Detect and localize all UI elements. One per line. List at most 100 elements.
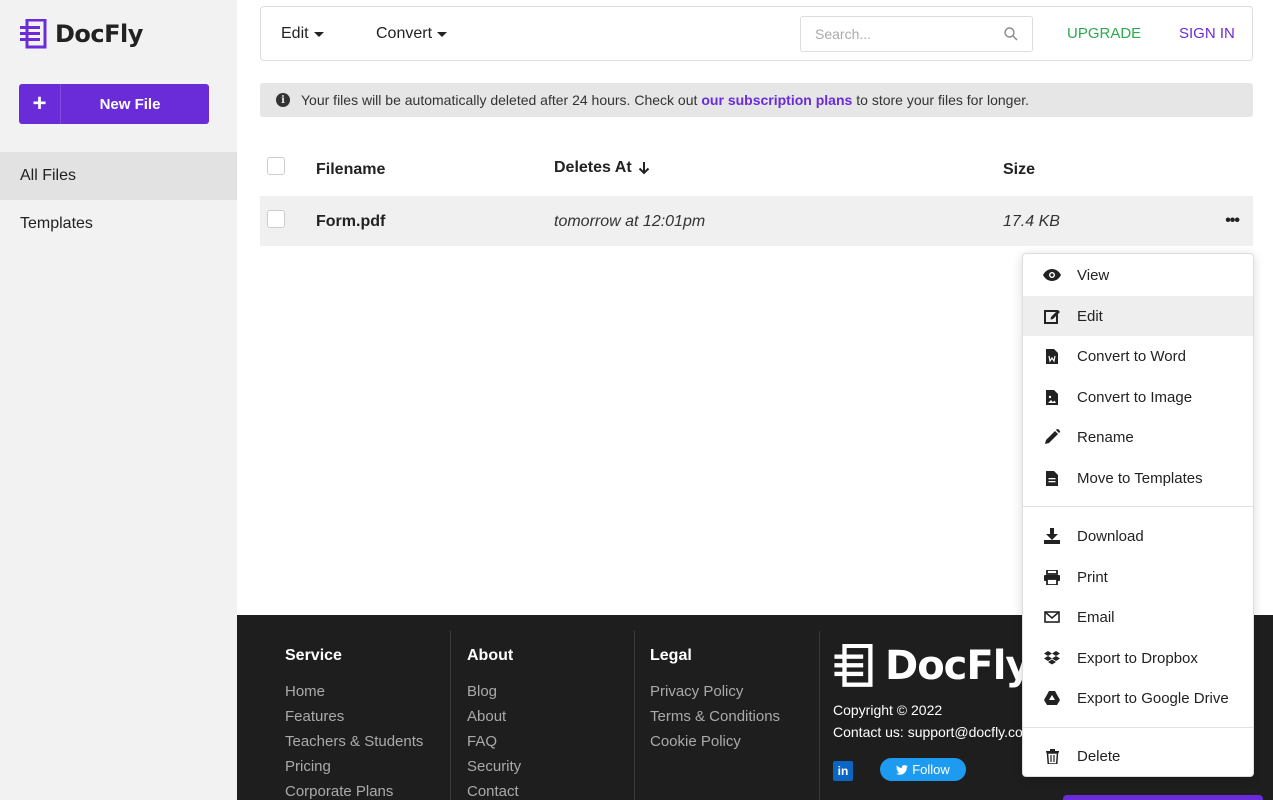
notice-text-prefix: Your files will be automatically deleted…	[301, 92, 698, 108]
convert-menu-button[interactable]: Convert	[376, 25, 448, 43]
logo[interactable]: DocFly	[19, 17, 143, 51]
sidebar-item-all-files[interactable]: All Files	[0, 152, 237, 200]
edit-menu-button[interactable]: Edit	[281, 25, 324, 43]
menu-item-label: Download	[1077, 527, 1144, 545]
footer-logo: DocFly	[833, 643, 1032, 689]
logo-text: DocFly	[55, 20, 143, 48]
menu-item-download[interactable]: Download	[1023, 516, 1253, 556]
edit-icon	[1043, 307, 1061, 325]
footer-link[interactable]: Contact	[467, 779, 634, 800]
footer-link[interactable]: FAQ	[467, 729, 634, 754]
sidebar-item-templates[interactable]: Templates	[0, 200, 237, 248]
arrow-down-icon	[638, 162, 649, 175]
footer-link[interactable]: Teachers & Students	[285, 729, 450, 754]
subscription-plans-link[interactable]: our subscription plans	[701, 92, 852, 108]
search-icon[interactable]	[1004, 27, 1018, 41]
toolbar: Edit Convert UPGRADE SIGN IN	[260, 6, 1253, 61]
trash-icon	[1043, 747, 1061, 765]
file-icon	[1043, 469, 1061, 487]
table-header: Filename Deletes At Size	[260, 145, 1253, 193]
footer-logo-text: DocFly	[885, 643, 1032, 689]
docfly-logo-icon	[20, 19, 47, 49]
twitter-follow-button[interactable]: Follow	[880, 758, 966, 781]
footer-contact-info: Copyright © 2022 Contact us: support@doc…	[833, 699, 1033, 743]
menu-item-label: Convert to Word	[1077, 347, 1186, 365]
menu-item-label: Export to Google Drive	[1077, 689, 1229, 707]
menu-item-move-to-templates[interactable]: Move to Templates	[1023, 458, 1253, 498]
convert-menu-label: Convert	[376, 25, 433, 42]
column-header-size[interactable]: Size	[1003, 161, 1035, 179]
sidebar: DocFly + New File All Files Templates	[0, 0, 237, 800]
new-file-button[interactable]: + New File	[19, 84, 209, 124]
file-name[interactable]: Form.pdf	[316, 213, 385, 231]
column-header-filename[interactable]: Filename	[316, 161, 385, 179]
google-drive-icon	[1043, 689, 1061, 707]
envelope-icon	[1043, 608, 1061, 626]
footer-link[interactable]: Pricing	[285, 754, 450, 779]
menu-item-label: View	[1077, 266, 1110, 284]
footer-heading: About	[467, 647, 514, 664]
row-checkbox[interactable]	[267, 210, 285, 228]
footer-link[interactable]: Features	[285, 704, 450, 729]
menu-item-label: Edit	[1077, 307, 1103, 325]
deletion-notice: i Your files will be automatically delet…	[260, 83, 1253, 117]
footer-legal-column: Legal Privacy Policy Terms & Conditions …	[650, 631, 820, 800]
menu-divider	[1023, 506, 1253, 507]
menu-item-label: Export to Dropbox	[1077, 649, 1198, 667]
sign-in-link[interactable]: SIGN IN	[1179, 25, 1235, 42]
file-deletes-at: tomorrow at 12:01pm	[554, 213, 706, 230]
edit-menu-label: Edit	[281, 25, 309, 42]
dropbox-icon	[1043, 649, 1061, 667]
menu-item-convert-to-image[interactable]: Convert to Image	[1023, 377, 1253, 417]
menu-item-delete[interactable]: Delete	[1023, 736, 1253, 776]
menu-item-edit[interactable]: Edit	[1023, 296, 1253, 336]
linkedin-icon[interactable]: in	[833, 761, 853, 781]
footer-heading: Service	[285, 647, 342, 664]
menu-item-convert-to-word[interactable]: Convert to Word	[1023, 336, 1253, 376]
footer-link[interactable]: Terms & Conditions	[650, 704, 819, 729]
footer-link[interactable]: Security	[467, 754, 634, 779]
table-row[interactable]: Form.pdf tomorrow at 12:01pm 17.4 KB •••	[260, 196, 1253, 246]
menu-item-print[interactable]: Print	[1023, 557, 1253, 597]
select-all-checkbox[interactable]	[267, 157, 285, 175]
menu-item-label: Rename	[1077, 428, 1134, 446]
menu-item-export-dropbox[interactable]: Export to Dropbox	[1023, 638, 1253, 678]
sidebar-item-label: Templates	[20, 215, 93, 232]
eye-icon	[1043, 266, 1061, 284]
menu-item-label: Convert to Image	[1077, 388, 1193, 406]
info-icon: i	[276, 93, 290, 107]
search-input[interactable]	[815, 26, 1004, 42]
footer-link[interactable]: Blog	[467, 679, 634, 704]
follow-label: Follow	[912, 762, 950, 777]
new-file-label: New File	[99, 95, 161, 113]
print-icon	[1043, 568, 1061, 586]
plus-icon: +	[19, 84, 61, 124]
more-options-icon[interactable]: •••	[1225, 212, 1240, 230]
column-header-deletes-at[interactable]: Deletes At	[554, 159, 650, 177]
menu-item-label: Email	[1077, 608, 1115, 626]
file-size: 17.4 KB	[1003, 213, 1060, 230]
caret-down-icon	[313, 31, 324, 37]
menu-item-email[interactable]: Email	[1023, 597, 1253, 637]
feedback-tab[interactable]	[1063, 795, 1263, 800]
caret-down-icon	[437, 31, 448, 37]
footer-link[interactable]: Cookie Policy	[650, 729, 819, 754]
menu-item-label: Delete	[1077, 747, 1121, 765]
upgrade-link[interactable]: UPGRADE	[1067, 25, 1141, 42]
menu-item-export-google-drive[interactable]: Export to Google Drive	[1023, 678, 1253, 718]
menu-item-rename[interactable]: Rename	[1023, 417, 1253, 457]
pencil-icon	[1043, 428, 1061, 446]
footer-link[interactable]: Corporate Plans	[285, 779, 450, 800]
word-file-icon	[1043, 347, 1061, 365]
column-header-label: Deletes At	[554, 159, 632, 176]
footer-link[interactable]: About	[467, 704, 634, 729]
menu-item-view[interactable]: View	[1023, 255, 1253, 295]
footer-link[interactable]: Privacy Policy	[650, 679, 819, 704]
notice-text-suffix: to store your files for longer.	[856, 92, 1030, 108]
footer-service-column: Service Home Features Teachers & Student…	[285, 631, 451, 800]
download-icon	[1043, 527, 1061, 545]
footer-link[interactable]: Home	[285, 679, 450, 704]
menu-item-label: Move to Templates	[1077, 469, 1203, 487]
docfly-logo-icon	[834, 644, 873, 687]
sidebar-item-label: All Files	[20, 167, 77, 184]
